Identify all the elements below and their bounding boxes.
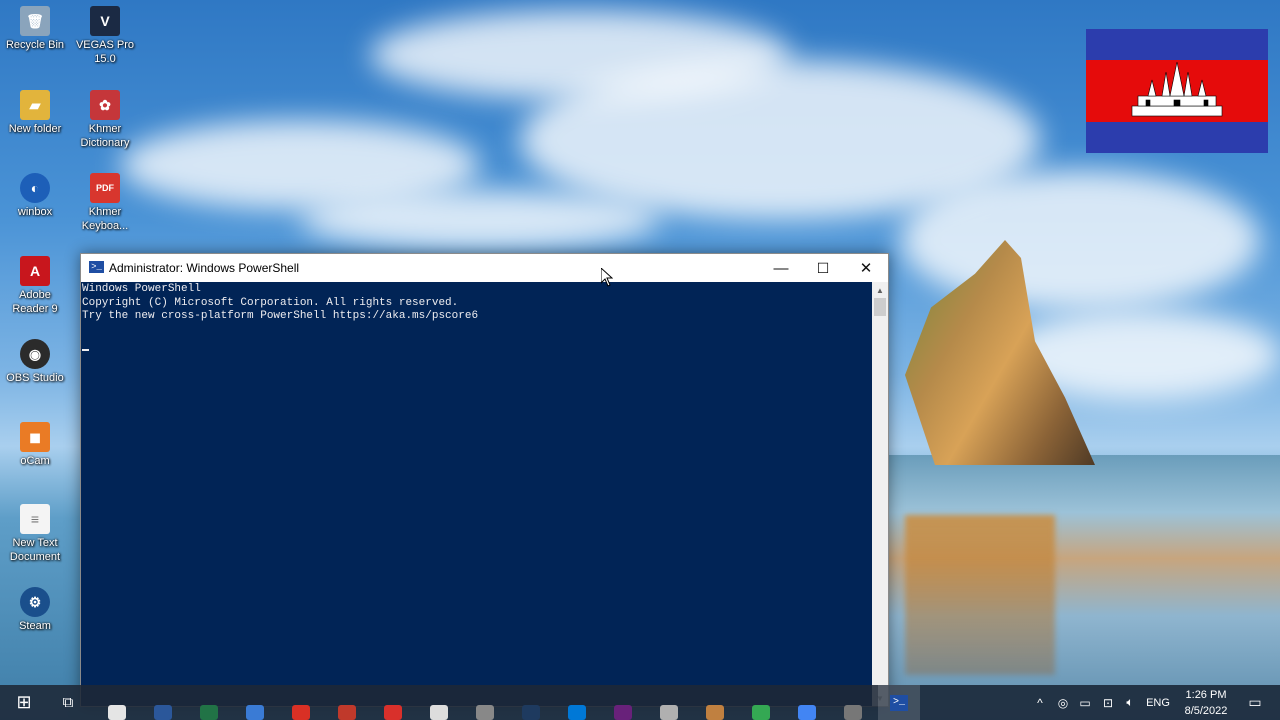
vertical-scrollbar[interactable]: ▲ ▼ [872, 282, 888, 706]
desktop-icon-recycle-bin[interactable]: 🗑 Recycle Bin [0, 6, 70, 52]
khmer-dictionary-icon: ✿ [90, 90, 120, 120]
desktop-icon-khmer-keyboard[interactable]: PDF Khmer Keyboa... [70, 173, 140, 233]
desktop-icon-adobe-reader[interactable]: A Adobe Reader 9 [0, 256, 70, 316]
text-document-icon: ≡ [20, 504, 50, 534]
scroll-up-icon[interactable]: ▲ [872, 282, 888, 298]
taskbar-app-icon[interactable] [476, 705, 494, 720]
taskbar-app-icon[interactable] [384, 705, 402, 720]
start-button[interactable]: ⊞ [4, 685, 44, 720]
maximize-button[interactable]: ☐ [801, 254, 845, 282]
taskbar-app-icon[interactable] [338, 705, 356, 720]
battery-icon[interactable]: ▭ [1075, 685, 1095, 720]
window-title: Administrator: Windows PowerShell [109, 261, 300, 275]
desktop-icon-ocam[interactable]: ◼ oCam [0, 422, 70, 468]
adobe-reader-icon: A [20, 256, 50, 286]
taskbar-app-icon[interactable] [614, 705, 632, 720]
taskbar-app-icon[interactable] [292, 705, 310, 720]
desktop-icon-label: New Text Document [9, 537, 61, 563]
pdf-file-icon: PDF [90, 173, 120, 203]
language-indicator[interactable]: ENG [1143, 685, 1173, 720]
desktop-icon-winbox[interactable]: ◐ winbox [0, 173, 70, 219]
recycle-bin-icon: 🗑 [20, 6, 50, 36]
taskbar-app-icon[interactable] [706, 705, 724, 720]
powershell-window[interactable]: >_ Administrator: Windows PowerShell — ☐… [80, 253, 889, 707]
taskbar-app-icon[interactable] [752, 705, 770, 720]
console-line: Windows PowerShell [82, 283, 201, 295]
taskbar-app-icon[interactable] [108, 705, 126, 720]
desktop-icon-khmer-dictionary[interactable]: ✿ Khmer Dictionary [70, 90, 140, 150]
clock-date: 8/5/2022 [1184, 705, 1228, 717]
ocam-icon: ◼ [20, 422, 50, 452]
mouse-pointer-icon [601, 268, 613, 287]
taskbar-app-icon[interactable] [568, 705, 586, 720]
cambodia-flag [1086, 29, 1268, 153]
volume-icon[interactable]: 🔈︎ [1120, 685, 1140, 720]
desktop-icon-label: Khmer Dictionary [80, 123, 130, 149]
desktop-icon-new-folder[interactable]: ▰ New folder [0, 90, 70, 136]
people-icon[interactable]: ◎ [1053, 685, 1073, 720]
taskbar-app-icon[interactable] [660, 705, 678, 720]
notification-center-icon[interactable]: ▭ [1243, 685, 1267, 720]
clock-time: 1:26 PM [1185, 689, 1227, 701]
network-icon[interactable]: ⊡ [1097, 685, 1119, 720]
close-button[interactable]: ✕ [844, 254, 888, 282]
taskbar-clock[interactable]: 1:26 PM 8/5/2022 [1170, 687, 1242, 719]
desktop-icon-steam[interactable]: ⚙ Steam [0, 587, 70, 633]
desktop-icon-label: VEGAS Pro 15.0 [75, 39, 135, 65]
text-cursor [82, 348, 89, 351]
console-line: Copyright (C) Microsoft Corporation. All… [82, 296, 459, 309]
desktop-icon-label: Steam [19, 620, 51, 632]
taskbar-app-icon[interactable] [246, 705, 264, 720]
steam-icon: ⚙ [20, 587, 50, 617]
desktop-icon-vegas-pro[interactable]: V VEGAS Pro 15.0 [70, 6, 140, 66]
taskbar: ⊞ ⧉ >_ ^ ◎ ▭ ⊡ 🔈︎ ENG 1:26 PM 8/5/2022 ▭ [0, 685, 1280, 720]
console-output[interactable]: Windows PowerShell Copyright (C) Microsof… [81, 282, 872, 706]
taskbar-app-icon[interactable] [154, 705, 172, 720]
desktop-icon-label: winbox [17, 206, 53, 218]
vegas-pro-icon: V [90, 6, 120, 36]
desktop-icon-label: New folder [8, 123, 62, 135]
desktop-icon-label: OBS Studio [6, 372, 64, 384]
show-hidden-icons-chevron-icon[interactable]: ^ [1030, 685, 1050, 720]
desktop-icon-label: Adobe Reader 9 [12, 289, 58, 315]
powershell-icon: >_ [89, 261, 104, 273]
desktop-icon-label: Recycle Bin [5, 39, 65, 51]
taskbar-app-powershell[interactable]: >_ [878, 685, 920, 720]
winbox-icon: ◐ [20, 173, 50, 203]
window-titlebar[interactable]: >_ Administrator: Windows PowerShell — ☐… [81, 254, 888, 282]
angkor-wat-emblem [1131, 61, 1223, 117]
minimize-button[interactable]: — [759, 254, 803, 282]
obs-studio-icon: ◉ [20, 339, 50, 369]
desktop-icon-label: Khmer Keyboa... [81, 206, 129, 232]
desktop-icon-label: oCam [20, 455, 50, 467]
folder-icon: ▰ [20, 90, 50, 120]
scrollbar-thumb[interactable] [874, 298, 886, 316]
taskbar-app-icon[interactable] [798, 705, 816, 720]
desktop-icon-obs-studio[interactable]: ◉ OBS Studio [0, 339, 70, 385]
console-line: Try the new cross-platform PowerShell ht… [82, 310, 479, 322]
powershell-icon: >_ [890, 694, 908, 711]
taskbar-app-icon[interactable] [522, 705, 540, 720]
taskbar-app-icon[interactable] [200, 705, 218, 720]
desktop-icon-new-text-document[interactable]: ≡ New Text Document [0, 504, 70, 564]
taskbar-app-icon[interactable] [844, 705, 862, 720]
task-view-button[interactable]: ⧉ [48, 685, 88, 720]
taskbar-app-icon[interactable] [430, 705, 448, 720]
